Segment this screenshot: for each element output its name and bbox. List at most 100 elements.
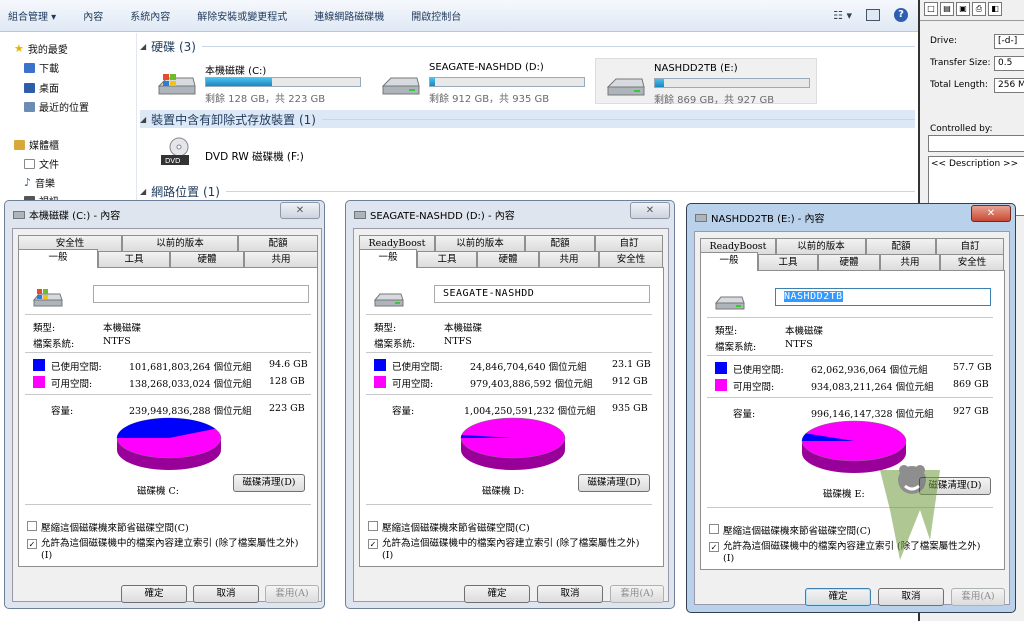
drive-e[interactable]: NASHDD2TB (E:) 剩餘 869 GB，共 927 GB [595,58,817,106]
transfer-select[interactable]: 0.5 [994,56,1024,71]
save-icon[interactable]: ▣ [956,2,970,16]
properties-button[interactable]: 內容 [83,8,103,23]
separator [25,394,311,395]
drive-select[interactable]: [-d-] [994,34,1024,49]
ok-button[interactable]: 確定 [464,585,530,603]
type-value: 本機磁碟 [103,323,142,334]
tab-hardware[interactable]: 硬體 [170,251,244,267]
preview-pane-icon[interactable] [866,9,880,21]
used-gb: 94.6 GB [269,359,308,370]
nav-favorites[interactable]: ★ 我的最愛 [14,41,68,56]
tab-sharing[interactable]: 共用 [880,254,940,270]
tab-hardware[interactable]: 硬體 [818,254,880,270]
map-network-drive-button[interactable]: 連線網路磁碟機 [314,8,384,23]
section-hdd[interactable]: ◢ 硬碟 (3) [140,37,915,55]
windows-drive-icon [33,289,63,307]
type-label: 類型: [374,323,397,334]
help-icon[interactable]: ? [894,8,908,22]
compress-label: 壓縮這個磁碟機來節省磁碟空間(C) [723,526,871,537]
nav-item-documents[interactable]: 文件 [24,156,59,171]
nav-library[interactable]: 媒體櫃 [14,137,59,152]
hard-drive-icon [374,293,404,307]
apply-button[interactable]: 套用(A) [265,585,319,603]
system-properties-button[interactable]: 系統內容 [130,8,170,23]
tab-quota[interactable]: 配額 [238,235,318,251]
ok-button[interactable]: 確定 [121,585,187,603]
tab-previous-versions[interactable]: 以前的版本 [435,235,525,251]
tab-customize[interactable]: 自訂 [595,235,663,251]
drive-d[interactable]: SEAGATE-NASHDD (D:) 剩餘 912 GB，共 935 GB [371,58,593,105]
ok-button[interactable]: 確定 [805,588,871,606]
tab-general[interactable]: 一般 [700,252,758,271]
index-checkbox[interactable]: ✓ [368,539,378,549]
tab-previous-versions[interactable]: 以前的版本 [122,235,238,251]
apply-button[interactable]: 套用(A) [951,588,1005,606]
volume-name-input[interactable]: NASHDD2TB [775,288,991,306]
index-checkbox[interactable]: ✓ [27,539,37,549]
cancel-button[interactable]: 取消 [537,585,603,603]
tab-hardware[interactable]: 硬體 [477,251,539,267]
tab-previous-versions[interactable]: 以前的版本 [776,238,866,254]
close-button[interactable]: ✕ [280,202,320,219]
used-label: 已使用空間: [51,362,102,373]
nav-item-desktop[interactable]: 桌面 [24,80,59,95]
navigation-pane: ★我的最愛 下載 桌面 最近的位置 媒體櫃 文件 ♪音樂 視訊 [0,33,137,208]
index-checkbox[interactable]: ✓ [709,542,719,552]
used-swatch [33,359,45,371]
view-options-icon[interactable]: ☷ ▾ [833,9,852,22]
drive-usage-bar [429,77,585,87]
tab-quota[interactable]: 配額 [866,238,936,254]
close-button[interactable]: ✕ [971,205,1011,222]
tab-tools[interactable]: 工具 [758,254,818,270]
tab-sharing[interactable]: 共用 [244,251,318,267]
preview-icon[interactable]: ◧ [988,2,1002,16]
uninstall-button[interactable]: 解除安裝或變更程式 [197,8,287,23]
disk-cleanup-button[interactable]: 磁碟清理(D) [233,474,305,492]
tab-security[interactable]: 安全性 [940,254,1004,270]
tab-security[interactable]: 安全性 [599,251,663,267]
tab-general[interactable]: 一般 [18,249,98,268]
cancel-button[interactable]: 取消 [193,585,259,603]
tab-general[interactable]: 一般 [359,249,417,268]
nav-item-recent[interactable]: 最近的位置 [24,99,89,114]
separator [366,504,652,505]
tab-customize[interactable]: 自訂 [936,238,1004,254]
controlled-by-label: Controlled by: [930,124,993,134]
bear-watermark-icon [880,465,940,560]
open-control-panel-button[interactable]: 開啟控制台 [411,8,461,23]
desktop-icon [24,82,35,93]
used-gb: 57.7 GB [953,362,992,373]
drive-label: Drive: [930,36,958,46]
free-gb: 869 GB [953,379,989,390]
compress-checkbox[interactable] [709,524,719,534]
organize-button[interactable]: 組合管理 ▾ [8,8,56,23]
cancel-button[interactable]: 取消 [878,588,944,606]
close-button[interactable]: ✕ [630,202,670,219]
tab-tools[interactable]: 工具 [98,251,170,267]
total-length-select[interactable]: 256 M [994,78,1024,93]
filesystem-label: 檔案系統: [374,339,416,350]
nav-item-downloads[interactable]: 下載 [24,60,59,75]
drive-c[interactable]: 本機磁碟 (C:) 剩餘 128 GB，共 223 GB [147,58,369,105]
nav-item-music[interactable]: ♪ 音樂 [24,175,55,190]
properties-dialog-c: 本機磁碟 (C:) - 內容 ✕ 安全性 以前的版本 配額 一般 工具 硬體 共… [4,200,325,609]
tab-quota[interactable]: 配額 [525,235,595,251]
drive-dvd[interactable]: DVD DVD RW 磁碟機 (F:) [147,131,369,179]
section-removable[interactable]: ◢ 裝置中含有卸除式存放裝置 (1) [140,110,915,128]
volume-name-input[interactable] [93,285,309,303]
compress-checkbox[interactable] [368,521,378,531]
apply-button[interactable]: 套用(A) [610,585,664,603]
collapse-triangle-icon: ◢ [140,186,147,196]
volume-name-input[interactable]: SEAGATE-NASHDD [434,285,650,303]
print-icon[interactable]: ⎙ [972,2,986,16]
open-icon[interactable]: ▤ [940,2,954,16]
disk-cleanup-button[interactable]: 磁碟清理(D) [578,474,650,492]
compress-checkbox[interactable] [27,521,37,531]
tab-sharing[interactable]: 共用 [539,251,599,267]
filesystem-label: 檔案系統: [33,339,75,350]
new-icon[interactable]: □ [924,2,938,16]
transfer-label: Transfer Size: [930,58,991,68]
controlled-by-input[interactable] [928,135,1024,152]
tab-tools[interactable]: 工具 [417,251,477,267]
section-network[interactable]: ◢ 網路位置 (1) [140,182,915,200]
